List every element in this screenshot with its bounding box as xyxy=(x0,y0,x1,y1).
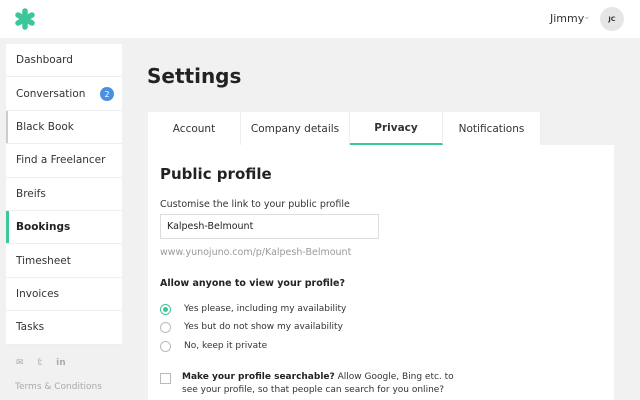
privacy-panel: Public profile Customise the link to you… xyxy=(148,145,614,400)
profile-link-label: Customise the link to your public profil… xyxy=(160,199,350,210)
tab-label: Account xyxy=(172,122,216,135)
avatar[interactable]: JC xyxy=(600,7,624,31)
radio-label: Yes please, including my availability xyxy=(184,304,347,314)
sidebar-item-invoices[interactable]: Invoices xyxy=(6,277,122,312)
visibility-option-no-availability[interactable]: Yes but do not show my availability xyxy=(160,320,343,334)
sidebar-item-label: Find a Freelancer xyxy=(16,154,106,167)
sidebar-item-timesheet[interactable]: Timesheet xyxy=(6,244,122,278)
searchable-label-bold: Make your profile searchable? xyxy=(182,372,335,382)
sidebar-item-label: Timesheet xyxy=(16,254,71,267)
visibility-question: Allow anyone to view your profile? xyxy=(160,278,345,289)
sidebar-item-label: Black Book xyxy=(16,120,74,133)
sidebar-item-label: Conversation xyxy=(16,87,86,100)
sidebar-item-label: Invoices xyxy=(16,287,60,300)
radio-button[interactable] xyxy=(160,340,171,352)
section-title: Public profile xyxy=(160,165,272,183)
radio-button[interactable] xyxy=(160,303,171,315)
sidebar-item-black-book[interactable]: Black Book xyxy=(6,110,122,145)
user-name[interactable]: Jimmy xyxy=(550,12,584,25)
tab-company-details[interactable]: Company details xyxy=(241,112,350,145)
sidebar-item-tasks[interactable]: Tasks xyxy=(6,311,122,345)
page-title: Settings xyxy=(147,64,242,88)
twitter-icon[interactable]: 𝕥 xyxy=(38,358,43,368)
sidebar: Dashboard Conversation 2 Black Book Find… xyxy=(6,44,122,345)
sidebar-item-find-freelancer[interactable]: Find a Freelancer xyxy=(6,144,122,178)
tab-account[interactable]: Account xyxy=(148,112,241,145)
terms-link[interactable]: Terms & Conditions xyxy=(15,382,102,392)
top-bar: Jimmy ⌄ JC xyxy=(0,0,640,38)
social-links: ✉ 𝕥 in xyxy=(16,358,66,368)
tab-label: Notifications xyxy=(458,122,525,135)
visibility-option-private[interactable]: No, keep it private xyxy=(160,339,267,353)
tab-privacy[interactable]: Privacy xyxy=(350,112,443,145)
sidebar-item-bookings[interactable]: Bookings xyxy=(6,210,122,245)
email-icon[interactable]: ✉ xyxy=(16,358,24,368)
chevron-down-icon[interactable]: ⌄ xyxy=(583,12,591,22)
sidebar-item-label: Dashboard xyxy=(16,54,73,67)
brand-logo-icon[interactable] xyxy=(14,8,36,30)
sidebar-item-briefs[interactable]: Breifs xyxy=(6,177,122,211)
sidebar-item-conversation[interactable]: Conversation 2 xyxy=(6,77,122,111)
radio-button[interactable] xyxy=(160,321,171,333)
searchable-option[interactable]: Make your profile searchable? Allow Goog… xyxy=(160,371,462,397)
tab-label: Privacy xyxy=(374,121,418,134)
radio-label: No, keep it private xyxy=(184,341,268,351)
unread-badge: 2 xyxy=(100,87,114,102)
searchable-checkbox[interactable] xyxy=(160,373,171,384)
sidebar-item-label: Tasks xyxy=(16,321,45,334)
linkedin-icon[interactable]: in xyxy=(56,358,66,368)
sidebar-item-label: Breifs xyxy=(16,187,46,200)
radio-label: Yes but do not show my availability xyxy=(184,322,343,332)
sidebar-item-label: Bookings xyxy=(16,221,71,234)
tab-label: Company details xyxy=(250,122,340,135)
sidebar-item-dashboard[interactable]: Dashboard xyxy=(6,44,122,78)
tab-notifications[interactable]: Notifications xyxy=(443,112,541,145)
visibility-option-full[interactable]: Yes please, including my availability xyxy=(160,302,346,316)
searchable-label: Make your profile searchable? Allow Goog… xyxy=(182,371,462,397)
profile-link-input[interactable] xyxy=(160,214,379,239)
settings-tabs: Account Company details Privacy Notifica… xyxy=(148,112,541,145)
profile-url-preview: www.yunojuno.com/p/Kalpesh-Belmount xyxy=(160,247,352,258)
